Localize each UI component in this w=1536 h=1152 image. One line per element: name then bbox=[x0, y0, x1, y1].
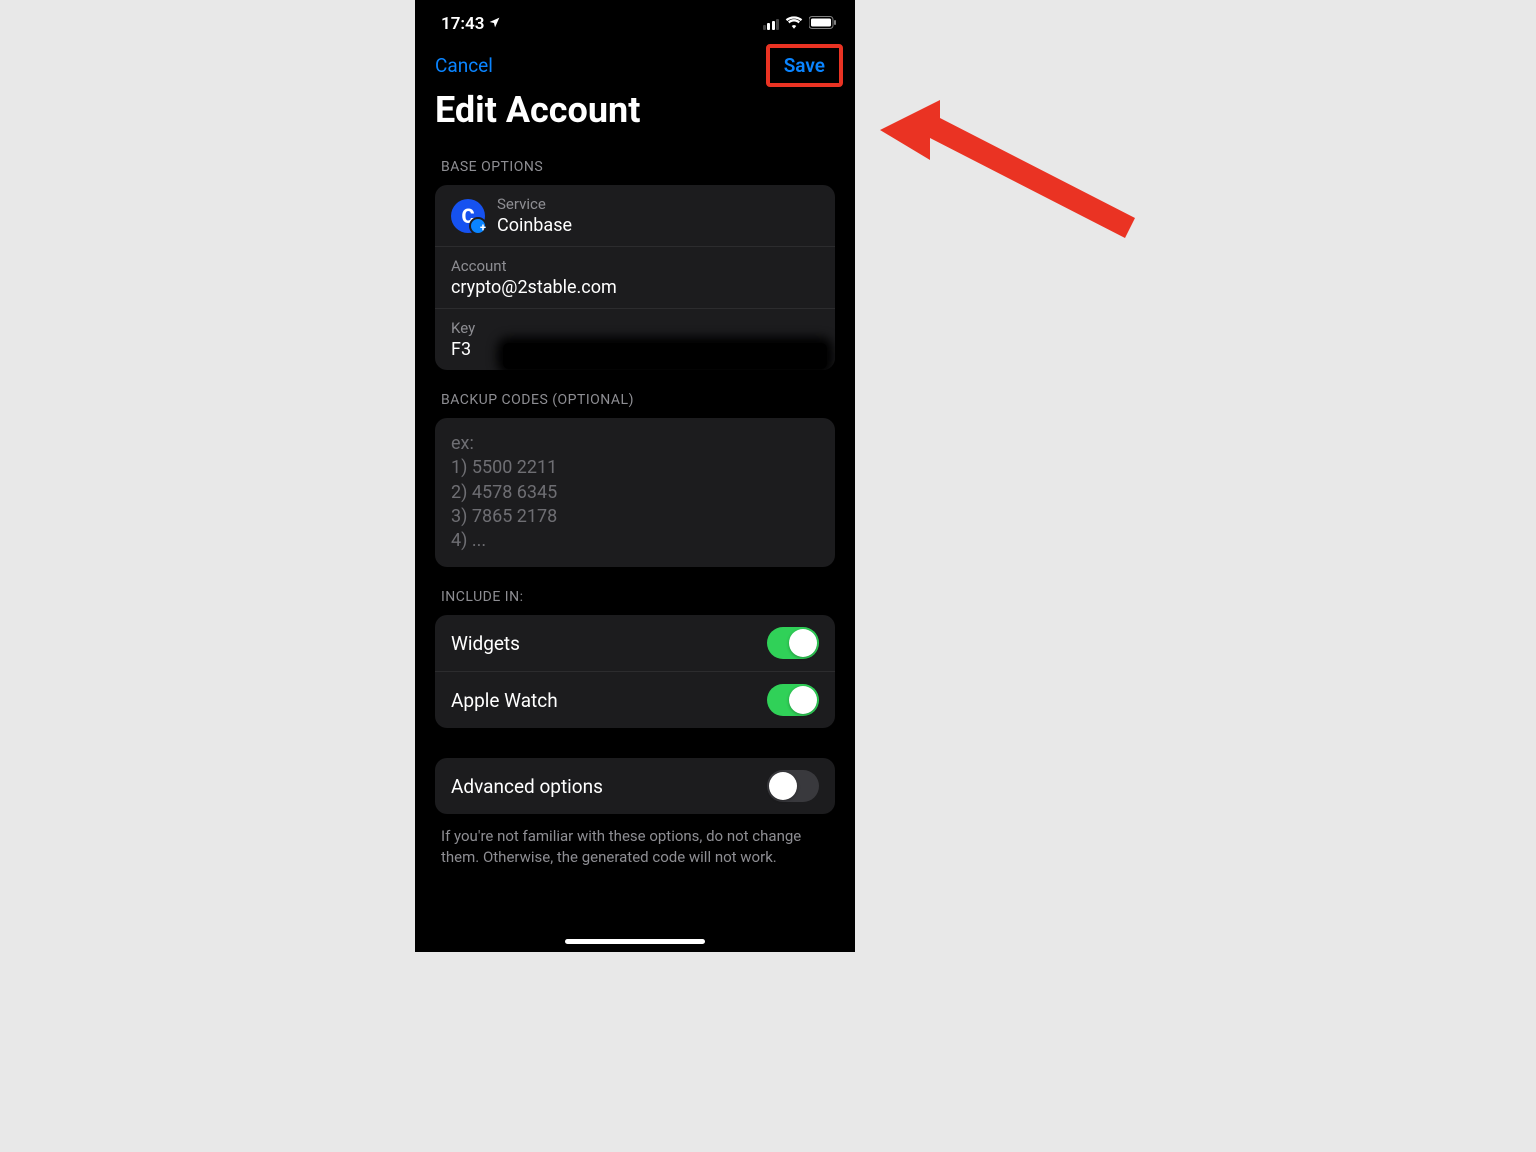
section-header-include-in: INCLUDE IN: bbox=[415, 571, 855, 611]
include-in-card: Widgets Apple Watch bbox=[435, 615, 835, 728]
section-header-backup-codes: BACKUP CODES (OPTIONAL) bbox=[415, 374, 855, 414]
advanced-options-note: If you're not familiar with these option… bbox=[415, 818, 855, 867]
widgets-label: Widgets bbox=[451, 632, 520, 655]
widgets-row: Widgets bbox=[435, 615, 835, 672]
service-value: Coinbase bbox=[497, 215, 572, 236]
location-icon bbox=[488, 14, 501, 34]
account-row[interactable]: Account crypto@2stable.com bbox=[435, 247, 835, 309]
key-row[interactable]: Key F3 bbox=[435, 309, 835, 370]
page-title: Edit Account bbox=[415, 83, 855, 141]
phone-screen: 17:43 Cancel Save Edit Account BASE OPTI… bbox=[415, 0, 855, 952]
nav-bar: Cancel Save bbox=[415, 40, 855, 83]
status-time: 17:43 bbox=[441, 14, 484, 34]
apple-watch-row: Apple Watch bbox=[435, 672, 835, 728]
apple-watch-label: Apple Watch bbox=[451, 689, 558, 712]
advanced-options-label: Advanced options bbox=[451, 775, 603, 798]
service-icon: C + bbox=[451, 199, 485, 233]
add-badge-icon: + bbox=[480, 222, 486, 234]
save-button[interactable]: Save bbox=[776, 48, 833, 83]
annotation-arrow-icon bbox=[870, 90, 1150, 270]
key-redaction-overlay bbox=[503, 343, 827, 369]
annotation-highlight-box: Save bbox=[766, 44, 843, 87]
battery-icon bbox=[809, 14, 837, 34]
status-bar: 17:43 bbox=[415, 0, 855, 40]
advanced-options-card: Advanced options bbox=[435, 758, 835, 814]
home-indicator[interactable] bbox=[565, 939, 705, 944]
account-value: crypto@2stable.com bbox=[451, 277, 819, 298]
backup-codes-card: ex: 1) 5500 2211 2) 4578 6345 3) 7865 21… bbox=[435, 418, 835, 567]
advanced-options-toggle[interactable] bbox=[767, 770, 819, 802]
advanced-options-row: Advanced options bbox=[435, 758, 835, 814]
service-row[interactable]: C + Service Coinbase bbox=[435, 185, 835, 247]
cancel-button[interactable]: Cancel bbox=[435, 54, 493, 77]
apple-watch-toggle[interactable] bbox=[767, 684, 819, 716]
widgets-toggle[interactable] bbox=[767, 627, 819, 659]
cellular-signal-icon bbox=[763, 19, 780, 30]
coinbase-logo-icon: C bbox=[461, 204, 474, 228]
base-options-card: C + Service Coinbase Account crypto@2sta… bbox=[435, 185, 835, 370]
key-label: Key bbox=[451, 319, 819, 337]
account-label: Account bbox=[451, 257, 819, 275]
section-header-base-options: BASE OPTIONS bbox=[415, 141, 855, 181]
backup-codes-input[interactable]: ex: 1) 5500 2211 2) 4578 6345 3) 7865 21… bbox=[435, 418, 835, 567]
wifi-icon bbox=[785, 14, 803, 34]
service-label: Service bbox=[497, 195, 572, 213]
